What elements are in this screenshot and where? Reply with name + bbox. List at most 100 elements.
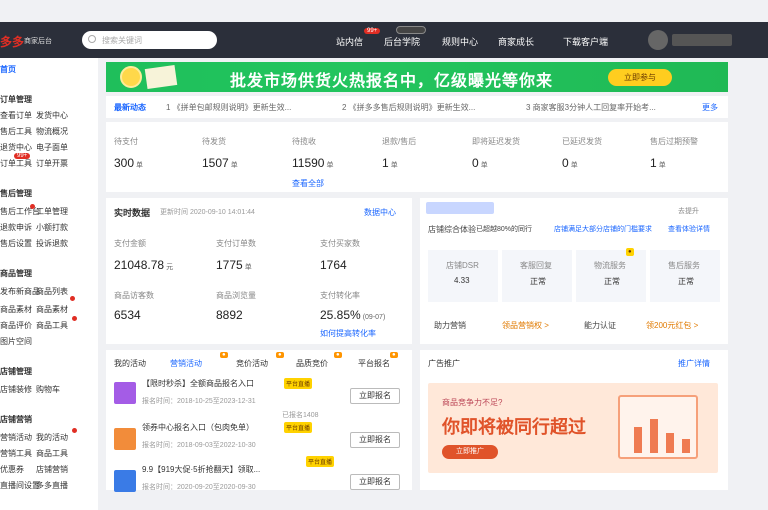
improve-conversion-link[interactable]: 如何提高转化率 xyxy=(320,328,376,339)
stat-value[interactable]: 11590 单 xyxy=(292,156,333,170)
stat-label: 待发货 xyxy=(202,137,226,146)
signup-button[interactable]: 立即报名 xyxy=(350,474,400,490)
ad-banner[interactable]: 商品竞争力不足? 你即将被同行超过 立即推广 xyxy=(428,383,718,473)
sidebar-item[interactable]: 退货中心 xyxy=(0,142,32,153)
nav-growth[interactable]: 商家成长 xyxy=(498,35,534,48)
tab-quality[interactable]: 品质竞价 xyxy=(296,358,328,369)
signup-button[interactable]: 立即报名 xyxy=(350,388,400,404)
calendar-chart-icon xyxy=(618,395,698,459)
activity-time: 报名时间：2018-10-25至2023-12-31 xyxy=(142,398,256,405)
logo-subtitle: 商家后台 xyxy=(24,38,52,45)
activity-title[interactable]: 【限时秒杀】全额商品报名入口 xyxy=(142,378,254,389)
sidebar-item[interactable]: 发布新商品 xyxy=(0,286,40,297)
avatar[interactable] xyxy=(648,30,668,50)
stat-value[interactable]: 1单 xyxy=(650,156,666,170)
sidebar-item[interactable]: 商品素材 xyxy=(36,304,68,315)
stat-value[interactable]: 0单 xyxy=(562,156,578,170)
account-name-blurred[interactable] xyxy=(672,34,732,46)
notice-item[interactable]: 1 《拼单包邮规则说明》更新生效... xyxy=(166,102,291,113)
sidebar-item[interactable]: 订单工具 xyxy=(0,158,32,169)
sidebar-item[interactable]: 查看订单 xyxy=(0,110,32,121)
notice-item[interactable]: 3 商家客服3分钟人工回复率开始考... xyxy=(526,102,656,113)
sidebar-head-goods[interactable]: 商品管理 xyxy=(0,268,32,279)
sidebar-item[interactable]: 图片空间 xyxy=(0,336,32,347)
red-packet-link[interactable]: 领200元红包 > xyxy=(646,320,698,331)
sidebar-item[interactable]: 直播间设置 xyxy=(0,480,40,491)
stat-value[interactable]: 1507 单 xyxy=(202,156,238,170)
sidebar-item[interactable]: 商品素材 xyxy=(0,304,32,315)
certification-label: 能力认证 xyxy=(584,321,616,330)
activity-title[interactable]: 9.9【919大促·5折抢翻天】领取... xyxy=(142,464,260,475)
stat-value[interactable]: 0单 xyxy=(472,156,488,170)
sidebar-item[interactable]: 电子面单 xyxy=(36,142,68,153)
shop-requirement-link[interactable]: 店铺满足大部分店铺的门槛要求 xyxy=(554,224,652,234)
sidebar-item[interactable]: 营销工具 xyxy=(0,448,32,459)
marketing-link[interactable]: 领品营销权 > xyxy=(502,320,549,331)
search-input[interactable]: 搜索关键词 xyxy=(82,31,217,49)
sidebar-item[interactable]: 售后设置 xyxy=(0,238,32,249)
metric-label: 支付订单数 xyxy=(216,239,256,248)
sidebar-item[interactable]: 工单管理 xyxy=(36,206,68,217)
notice-more-link[interactable]: 更多 xyxy=(702,102,718,113)
tab-platform[interactable]: 平台报名 xyxy=(358,358,390,369)
sidebar-item[interactable]: 退款申诉 xyxy=(0,222,32,233)
activity-title[interactable]: 领券中心报名入口（包肉免单） xyxy=(142,422,254,433)
activity-time: 报名时间：2018-09-03至2022-10-30 xyxy=(142,442,256,449)
sidebar-head-aftersale[interactable]: 售后管理 xyxy=(0,188,32,199)
sidebar-item[interactable]: 投诉退款 xyxy=(36,238,68,249)
metric-value: 6534 xyxy=(114,308,141,322)
sidebar-item[interactable]: 商品工具 xyxy=(36,448,68,459)
stat-label: 已延迟发货 xyxy=(562,137,602,146)
nav-academy[interactable]: 后台学院 xyxy=(384,35,420,48)
sidebar-item[interactable]: 我的活动 xyxy=(36,432,68,443)
activity-thumbnail xyxy=(114,428,136,450)
activities-panel: 我的活动 营销活动 ● 竞价活动 ● 品质竞价 ● 平台报名 ● 【限时秒杀】全… xyxy=(106,350,412,492)
sidebar-head-orders[interactable]: 订单管理 xyxy=(0,94,32,105)
sidebar-item[interactable]: 购物车 xyxy=(36,384,60,395)
logo[interactable]: 多多 xyxy=(0,33,24,50)
sidebar-item[interactable]: 商品工具 xyxy=(36,320,68,331)
sidebar-item[interactable]: 小额打款 xyxy=(36,222,68,233)
stat-value[interactable]: 300 单 xyxy=(114,156,143,170)
sidebar-item[interactable]: 多多直播 xyxy=(36,480,68,491)
realtime-title: 实时数据 xyxy=(114,208,151,218)
sidebar-item[interactable]: 商品评价 xyxy=(0,320,32,331)
sidebar-head-marketing[interactable]: 店铺营销 xyxy=(0,414,32,425)
experience-detail-link[interactable]: 查看体验详情 xyxy=(668,224,710,234)
sidebar-item[interactable]: 发货中心 xyxy=(36,110,68,121)
metric-label: 商品访客数 xyxy=(114,291,154,300)
signup-button[interactable]: 立即报名 xyxy=(350,432,400,448)
banner-join-button[interactable]: 立即参与 xyxy=(608,69,672,86)
improve-link[interactable]: 去提升 xyxy=(678,206,699,216)
sidebar-dot xyxy=(72,428,77,433)
sidebar-item[interactable]: 店铺营销 xyxy=(36,464,68,475)
data-center-link[interactable]: 数据中心 xyxy=(364,207,396,218)
sidebar-item[interactable]: 营销活动 xyxy=(0,432,32,443)
sidebar-item[interactable]: 订单开票 xyxy=(36,158,68,169)
stat-label: 待揽收 xyxy=(292,137,316,146)
tab-bidding[interactable]: 竞价活动 xyxy=(236,358,268,369)
activity-signup-count: 已报名1408 xyxy=(282,412,319,419)
sidebar: 首页 订单管理 查看订单 发货中心 售后工具 物流概况 退货中心 电子面单 订单… xyxy=(0,58,98,510)
stat-value[interactable]: 1单 xyxy=(382,156,398,170)
realtime-update-time: 更新时间 2020-09-10 14:01:44 xyxy=(160,209,255,216)
notice-bar: 最新动态 1 《拼单包邮规则说明》更新生效... 2 《拼多多售后规则说明》更新… xyxy=(106,96,728,118)
nav-messages[interactable]: 站内信 xyxy=(336,35,363,48)
nav-download[interactable]: 下载客户端 xyxy=(563,35,608,48)
view-all-link[interactable]: 查看全部 xyxy=(292,178,324,189)
nav-rules[interactable]: 规则中心 xyxy=(442,35,478,48)
sidebar-head-shop[interactable]: 店铺管理 xyxy=(0,366,32,377)
sidebar-home[interactable]: 首页 xyxy=(0,64,16,75)
sidebar-item[interactable]: 物流概况 xyxy=(36,126,68,137)
tab-marketing[interactable]: 营销活动 xyxy=(170,358,202,369)
tab-my-activities[interactable]: 我的活动 xyxy=(114,358,146,369)
ad-detail-link[interactable]: 推广详情 xyxy=(678,358,710,369)
sidebar-item[interactable]: 优惠券 xyxy=(0,464,24,475)
notice-item[interactable]: 2 《拼多多售后规则说明》更新生效... xyxy=(342,102,475,113)
ad-promote-button[interactable]: 立即推广 xyxy=(442,445,498,459)
sidebar-item[interactable]: 售后工具 xyxy=(0,126,32,137)
sidebar-item[interactable]: 商品列表 xyxy=(36,286,68,297)
activity-tag: 平台直播 xyxy=(306,456,335,467)
promo-banner[interactable]: 批发市场供货火热报名中，亿级曝光等你来 立即参与 xyxy=(106,62,728,92)
sidebar-item[interactable]: 店铺装修 xyxy=(0,384,32,395)
